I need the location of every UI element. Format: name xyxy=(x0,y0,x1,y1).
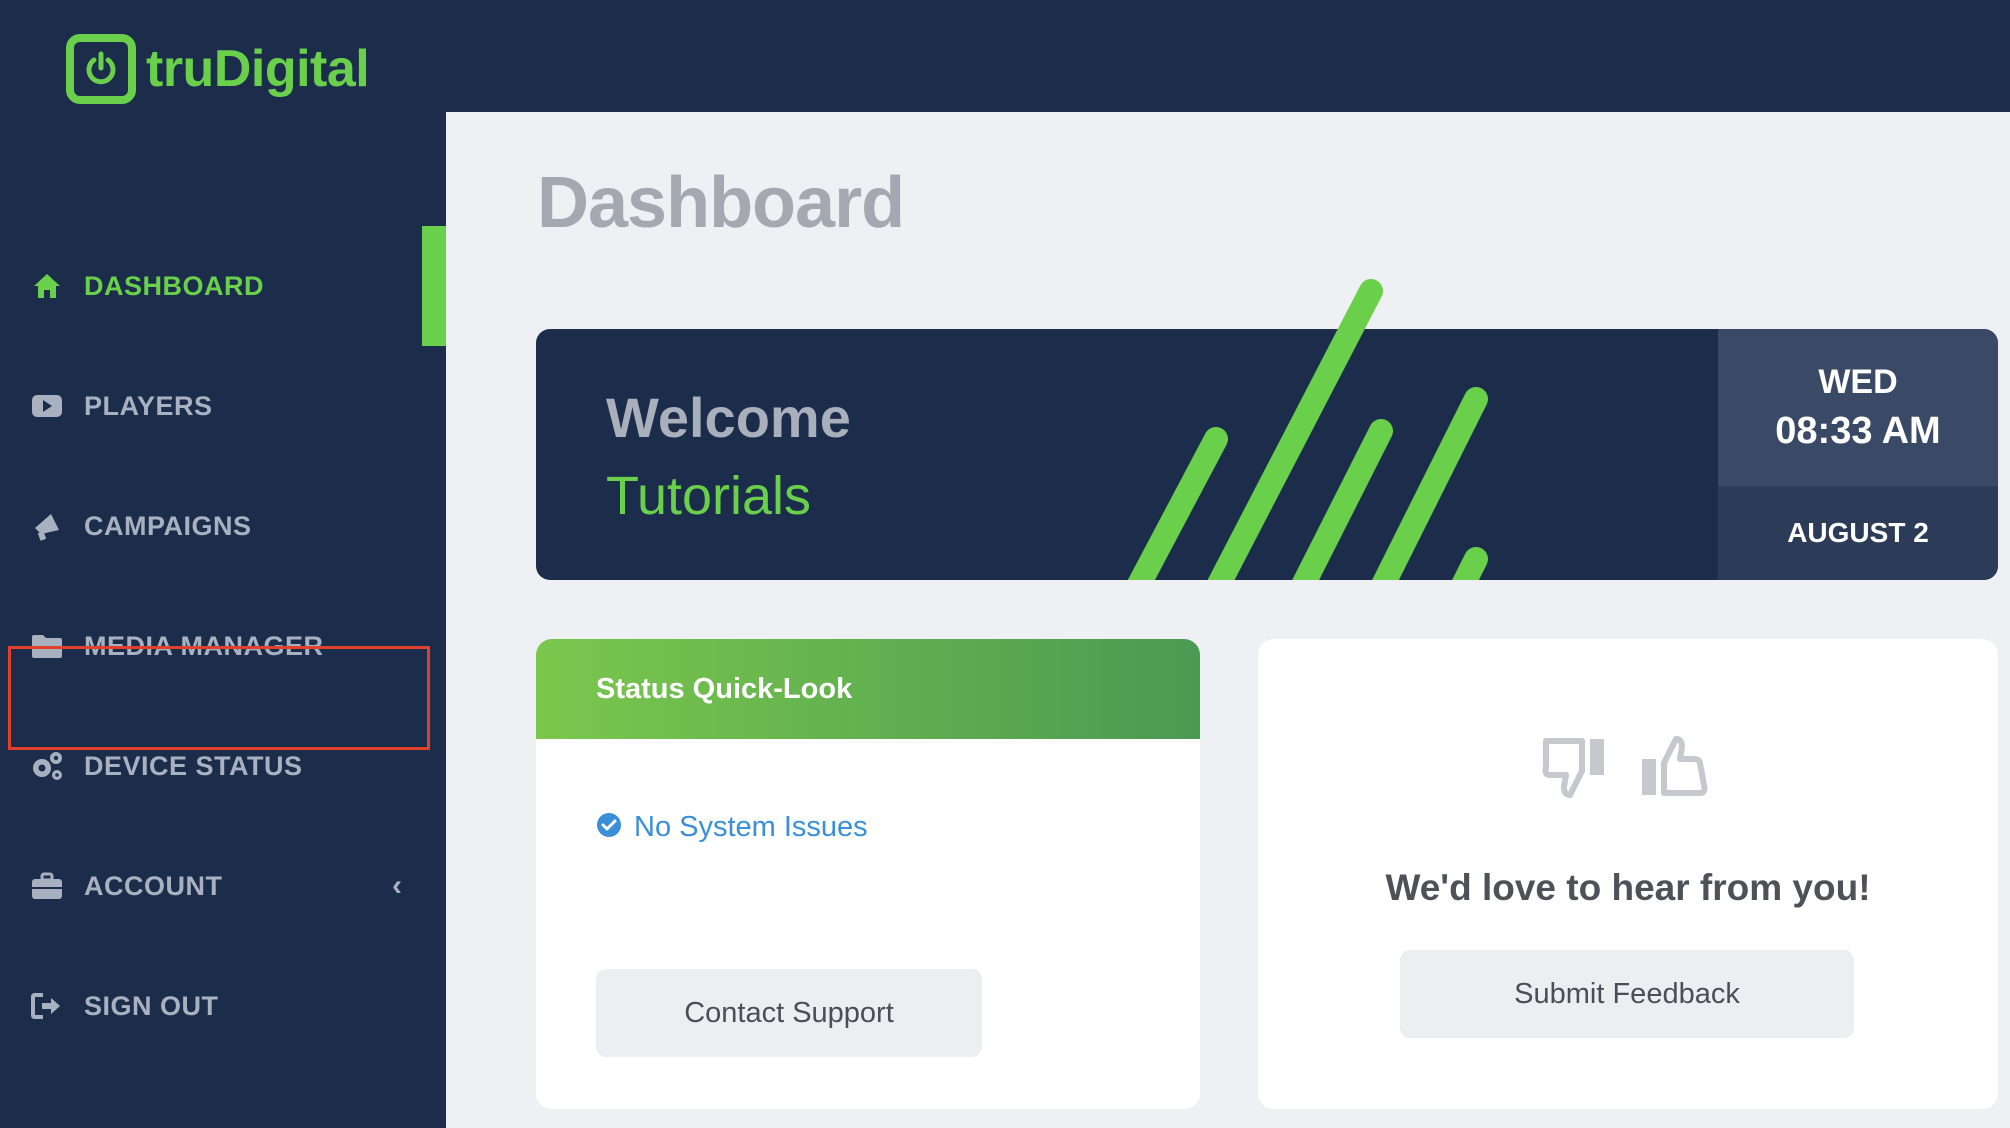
sidebar-item-label: SIGN OUT xyxy=(84,990,219,1021)
sidebar-item-label: PLAYERS xyxy=(84,390,213,421)
sidebar-item-label: DASHBOARD xyxy=(84,270,264,301)
thumbs-down-icon[interactable] xyxy=(1542,735,1612,804)
brand-logo[interactable]: truDigital xyxy=(66,34,370,104)
sidebar-item-label: ACCOUNT xyxy=(84,870,223,901)
thumbs-up-icon[interactable] xyxy=(1638,735,1708,804)
sidebar-item-label: DEVICE STATUS xyxy=(84,750,303,781)
check-circle-icon xyxy=(596,812,622,843)
date-widget: WED 08:33 AM AUGUST 2 xyxy=(1718,329,1998,580)
gears-icon xyxy=(30,749,64,783)
feedback-message: We'd love to hear from you! xyxy=(1385,867,1871,908)
feedback-card: We'd love to hear from you! Submit Feedb… xyxy=(1258,639,1998,1109)
sidebar-item-dashboard[interactable]: DASHBOARD xyxy=(0,226,446,346)
folder-icon xyxy=(30,629,64,663)
date-day: WED xyxy=(1818,362,1898,401)
sidebar-item-account[interactable]: ACCOUNT ‹ xyxy=(0,826,446,946)
date-time: 08:33 AM xyxy=(1775,409,1941,452)
active-indicator xyxy=(422,226,446,346)
home-icon xyxy=(30,269,64,303)
sidebar: DASHBOARD PLAYERS CAMPAIGNS MEDIA MANAGE… xyxy=(0,112,446,1128)
chevron-left-icon[interactable]: ‹ xyxy=(392,869,402,903)
power-icon xyxy=(66,34,136,104)
thumbs-group xyxy=(1542,735,1708,804)
status-card: Status Quick-Look No System Issues Conta… xyxy=(536,639,1200,1109)
top-bar: truDigital xyxy=(0,0,2010,112)
date-date: AUGUST 2 xyxy=(1718,486,1998,580)
sidebar-item-campaigns[interactable]: CAMPAIGNS xyxy=(0,466,446,586)
play-icon xyxy=(30,389,64,423)
sidebar-item-players[interactable]: PLAYERS xyxy=(0,346,446,466)
megaphone-icon xyxy=(30,509,64,543)
briefcase-icon xyxy=(30,869,64,903)
sign-out-icon xyxy=(30,989,64,1023)
main-content: Dashboard Welcome Tutorials WED 08:33 AM… xyxy=(446,112,2010,1128)
decorative-stripes xyxy=(1127,279,1488,580)
sidebar-item-media-manager[interactable]: MEDIA MANAGER xyxy=(0,586,446,706)
status-card-header: Status Quick-Look xyxy=(536,639,1200,739)
submit-feedback-button[interactable]: Submit Feedback xyxy=(1400,950,1854,1038)
welcome-title: Welcome xyxy=(606,386,851,449)
sidebar-item-device-status[interactable]: DEVICE STATUS xyxy=(0,706,446,826)
status-line: No System Issues xyxy=(596,811,868,844)
tutorials-link[interactable]: Tutorials xyxy=(606,465,811,527)
contact-support-button[interactable]: Contact Support xyxy=(596,969,982,1057)
sidebar-item-label: MEDIA MANAGER xyxy=(84,630,324,661)
sidebar-item-sign-out[interactable]: SIGN OUT xyxy=(0,946,446,1066)
sidebar-item-label: CAMPAIGNS xyxy=(84,510,252,541)
status-text[interactable]: No System Issues xyxy=(634,811,868,844)
page-title: Dashboard xyxy=(537,163,905,243)
brand-name: truDigital xyxy=(146,40,370,98)
welcome-banner: Welcome Tutorials WED 08:33 AM AUGUST 2 xyxy=(536,279,1998,580)
